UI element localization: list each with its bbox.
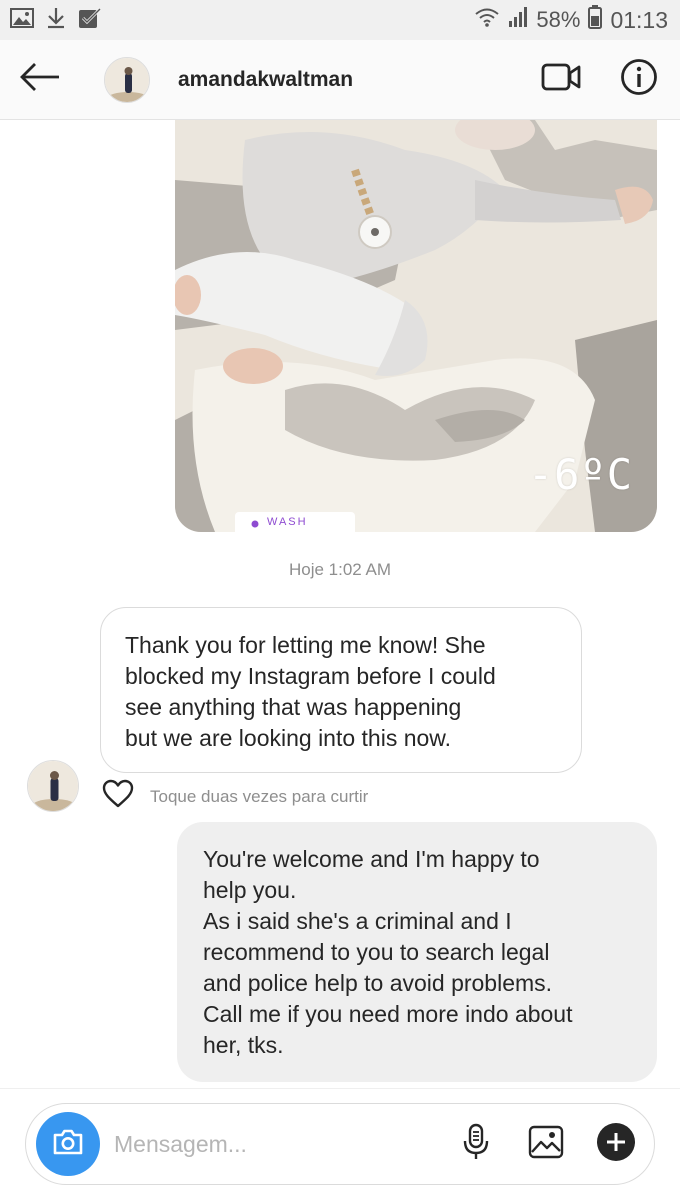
system-indicators: 58% 01:13 bbox=[474, 5, 668, 35]
notification-icons bbox=[10, 7, 102, 34]
battery-icon bbox=[588, 5, 603, 35]
voice-message-button[interactable] bbox=[456, 1123, 496, 1166]
incoming-message-bubble[interactable]: Thank you for letting me know! She block… bbox=[100, 607, 582, 773]
info-button[interactable] bbox=[618, 59, 660, 101]
avatar[interactable] bbox=[104, 56, 150, 103]
signal-icon bbox=[508, 6, 528, 34]
photo-message[interactable]: -6ºC WASH bbox=[175, 120, 657, 532]
status-bar: 58% 01:13 bbox=[0, 0, 680, 40]
back-button[interactable] bbox=[0, 40, 80, 120]
video-call-button[interactable] bbox=[540, 59, 582, 101]
location-sticker: WASH bbox=[267, 516, 308, 528]
temperature-overlay: -6ºC bbox=[527, 450, 633, 499]
download-icon bbox=[46, 7, 66, 34]
composer-bar bbox=[25, 1103, 655, 1185]
plus-icon bbox=[596, 1122, 636, 1167]
info-icon bbox=[620, 58, 658, 101]
microphone-icon bbox=[462, 1123, 490, 1166]
video-call-icon bbox=[541, 62, 581, 97]
image-icon bbox=[10, 7, 34, 33]
back-arrow-icon bbox=[19, 62, 61, 97]
message-input[interactable] bbox=[114, 1130, 456, 1158]
username[interactable]: amandakwaltman bbox=[178, 68, 353, 92]
more-options-button[interactable] bbox=[596, 1122, 636, 1167]
clock: 01:13 bbox=[610, 6, 668, 33]
like-row: Toque duas vezes para curtir bbox=[102, 779, 368, 814]
gallery-icon bbox=[528, 1125, 564, 1164]
message-timestamp: Hoje 1:02 AM bbox=[288, 560, 392, 579]
battery-percent: 58% bbox=[536, 7, 581, 32]
double-tap-hint: Toque duas vezes para curtir bbox=[150, 786, 369, 806]
message-composer bbox=[0, 1088, 680, 1200]
outgoing-message-bubble[interactable]: You're welcome and I'm happy to help you… bbox=[177, 822, 657, 1082]
checkbox-icon bbox=[78, 7, 102, 34]
wifi-icon bbox=[474, 6, 500, 34]
gallery-button[interactable] bbox=[526, 1124, 566, 1164]
chat-header: amandakwaltman bbox=[0, 40, 680, 120]
sender-avatar[interactable] bbox=[27, 760, 79, 812]
camera-button[interactable] bbox=[36, 1112, 100, 1176]
heart-icon[interactable] bbox=[102, 779, 134, 814]
camera-icon bbox=[52, 1128, 84, 1161]
